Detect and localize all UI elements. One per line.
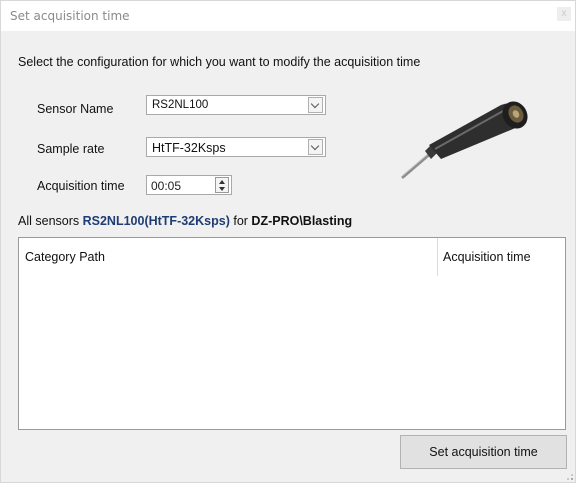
sample-rate-value: HtTF-32Ksps <box>152 141 226 155</box>
set-acquisition-time-button[interactable]: Set acquisition time <box>400 435 567 469</box>
sensor-name-value: RS2NL100 <box>152 99 209 111</box>
instruction-text: Select the configuration for which you w… <box>18 55 421 69</box>
summary-middle: for <box>229 214 252 228</box>
summary-sensor: RS2NL100(HtTF-32Ksps) <box>82 214 230 228</box>
resize-grip-icon[interactable] <box>567 474 573 480</box>
close-icon[interactable]: x <box>557 7 571 21</box>
acquisition-time-value: 00:05 <box>151 179 182 193</box>
title-bar: Set acquisition time x <box>1 1 575 31</box>
sample-rate-label: Sample rate <box>37 142 105 156</box>
summary-path: DZ-PRO\Blasting <box>251 214 353 228</box>
chevron-down-icon[interactable] <box>308 97 323 113</box>
column-header-acquisition-time[interactable]: Acquisition time <box>443 238 531 276</box>
window-title: Set acquisition time <box>10 9 130 23</box>
spinner-arrows-icon[interactable] <box>215 177 229 193</box>
acquisition-time-dialog: Set acquisition time x Select the config… <box>0 0 576 483</box>
sensor-probe-image <box>401 101 528 179</box>
summary-line: All sensors RS2NL100(HtTF-32Ksps) for DZ… <box>18 214 352 228</box>
spin-down-icon[interactable] <box>219 187 225 191</box>
summary-prefix: All sensors <box>18 214 83 228</box>
category-table[interactable]: Category Path Acquisition time <box>18 237 566 430</box>
column-divider[interactable] <box>437 238 438 276</box>
chevron-down-icon[interactable] <box>308 139 323 155</box>
spin-up-icon[interactable] <box>219 180 225 184</box>
sensor-name-label: Sensor Name <box>37 102 114 116</box>
column-header-category-path[interactable]: Category Path <box>25 238 105 276</box>
acquisition-time-spinner[interactable]: 00:05 <box>146 175 232 195</box>
sensor-name-select[interactable]: RS2NL100 <box>146 95 326 115</box>
acquisition-time-label: Acquisition time <box>37 179 125 193</box>
sample-rate-select[interactable]: HtTF-32Ksps <box>146 137 326 157</box>
